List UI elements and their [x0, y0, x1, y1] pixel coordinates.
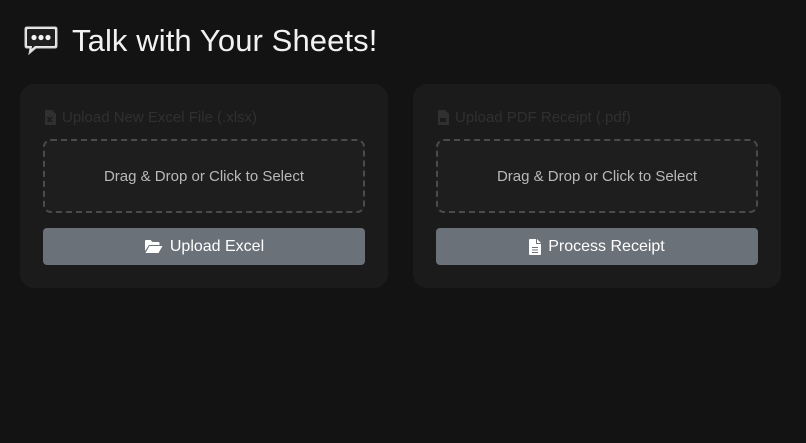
pdf-upload-card: Upload PDF Receipt (.pdf) Drag & Drop or… [413, 84, 781, 288]
excel-upload-label: Upload New Excel File (.xlsx) [44, 109, 257, 126]
excel-file-icon [45, 110, 56, 125]
pdf-dropzone-text: Drag & Drop or Click to Select [496, 167, 698, 185]
upload-excel-button[interactable]: Upload Excel [43, 228, 365, 265]
process-receipt-button-label: Process Receipt [548, 237, 665, 255]
excel-upload-card: Upload New Excel File (.xlsx) Drag & Dro… [20, 84, 388, 288]
app-page: Talk with Your Sheets! Upload New Excel … [0, 0, 806, 443]
page-title: Talk with Your Sheets! [72, 23, 378, 58]
process-receipt-button[interactable]: Process Receipt [436, 228, 758, 265]
pdf-dropzone[interactable]: Drag & Drop or Click to Select [436, 139, 758, 213]
folder-open-icon [144, 240, 163, 253]
file-icon [529, 238, 542, 255]
pdf-file-icon [438, 110, 449, 125]
excel-dropzone[interactable]: Drag & Drop or Click to Select [43, 139, 365, 213]
page-header: Talk with Your Sheets! [24, 22, 378, 60]
excel-dropzone-text: Drag & Drop or Click to Select [103, 167, 305, 185]
pdf-upload-label: Upload PDF Receipt (.pdf) [437, 109, 631, 126]
speech-bubble-icon [24, 26, 58, 56]
excel-upload-label-text: Upload New Excel File (.xlsx) [62, 109, 258, 126]
pdf-upload-label-text: Upload PDF Receipt (.pdf) [455, 109, 631, 126]
upload-excel-button-label: Upload Excel [169, 237, 265, 255]
